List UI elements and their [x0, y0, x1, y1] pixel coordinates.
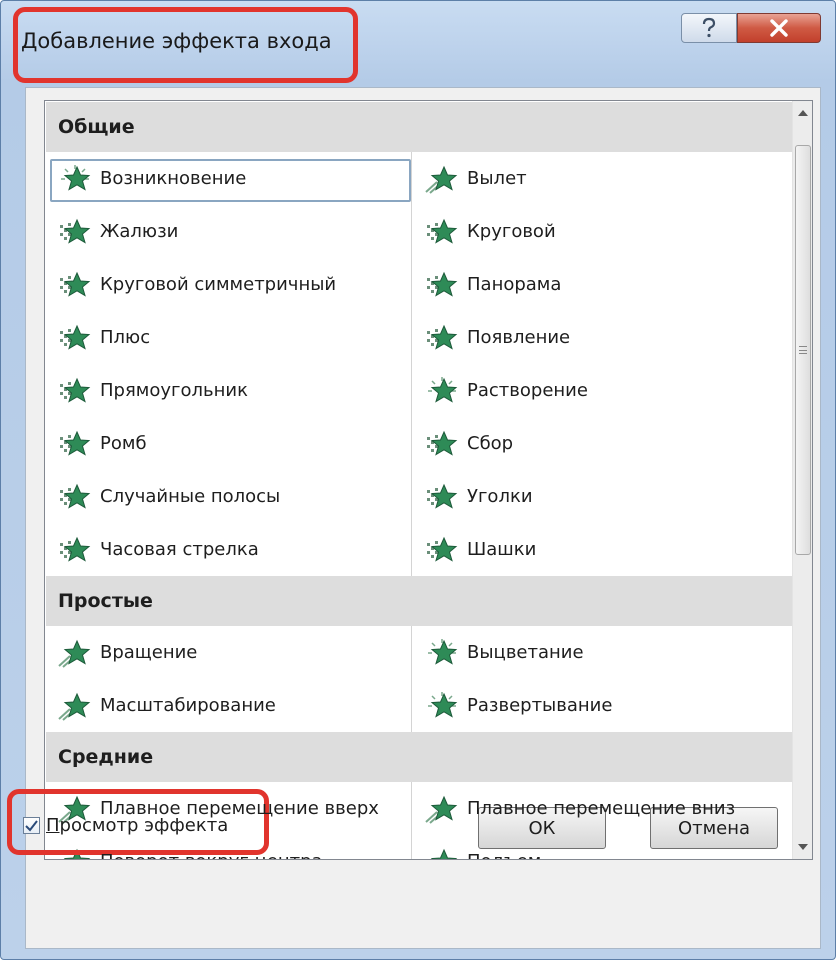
- checkmark-icon: [25, 819, 38, 832]
- effect-item[interactable]: Появление: [411, 311, 794, 364]
- preview-label-accelerator: П: [46, 815, 60, 836]
- effect-item-label: Ромб: [100, 433, 147, 454]
- scroll-down-icon: [798, 844, 808, 850]
- effect-item-label: Шашки: [467, 539, 537, 560]
- grip-icon: [799, 346, 807, 354]
- effect-item-label: Выцветание: [467, 642, 584, 663]
- effect-item-label: Случайные полосы: [100, 486, 281, 507]
- effect-item-label: Развертывание: [467, 695, 613, 716]
- effect-item[interactable]: Сбор: [411, 417, 794, 470]
- scroll-up-button[interactable]: [793, 101, 812, 125]
- zoom-star-icon: [58, 692, 91, 721]
- expand-star-icon: [428, 691, 458, 718]
- vertical-scrollbar[interactable]: [792, 101, 812, 859]
- random-bars-star-icon: [60, 483, 91, 509]
- effect-item[interactable]: Растворение: [411, 364, 794, 417]
- effect-item[interactable]: Выцветание: [411, 626, 794, 679]
- descend-star-icon: [425, 795, 458, 824]
- fly-in-star-icon: [425, 165, 458, 194]
- effect-item[interactable]: Уголки: [411, 470, 794, 523]
- effect-item-label: Прямоугольник: [100, 380, 248, 401]
- effect-item-label: Масштабирование: [100, 695, 276, 716]
- effect-item[interactable]: Масштабирование: [46, 679, 411, 732]
- effect-item[interactable]: Круговой симметричный: [46, 258, 411, 311]
- scroll-up-icon: [798, 110, 808, 116]
- fade-star-icon: [428, 638, 458, 665]
- effect-item-label: Подъем: [467, 851, 541, 859]
- help-button[interactable]: [681, 13, 737, 43]
- section-items-grid: Возникновение Вылет Жалюзи Круговой Круговой…: [46, 152, 794, 576]
- effect-item[interactable]: Вращение: [46, 626, 411, 679]
- effect-item[interactable]: Ромб: [46, 417, 411, 470]
- add-entrance-effect-dialog: Добавление эффекта входа Общие Возникнове…: [0, 0, 836, 960]
- split-star-icon: [427, 430, 458, 456]
- effect-item[interactable]: Шашки: [411, 523, 794, 576]
- scroll-thumb[interactable]: [795, 145, 811, 555]
- appear-star-icon: [61, 164, 91, 191]
- effect-item-label: Часовая стрелка: [100, 539, 259, 560]
- effects-listbox[interactable]: Общие Возникновение Вылет Жалюзи Круговой Кру…: [44, 100, 813, 860]
- checkerboard-star-icon: [427, 536, 458, 562]
- wipe-star-icon: [427, 324, 458, 350]
- effect-item-label: Уголки: [467, 486, 533, 507]
- effect-item-label: Круговой симметричный: [100, 274, 337, 295]
- effect-item-label: Плавное перемещение вверх: [100, 798, 379, 819]
- effect-item-label: Растворение: [467, 380, 588, 401]
- preview-effect-checkbox[interactable]: [23, 817, 40, 834]
- clock-star-icon: [60, 536, 91, 562]
- effect-item-label: Круговой: [467, 221, 556, 242]
- section-items-grid: Вращение Выцветание Масштабирование Разверт…: [46, 626, 794, 732]
- help-icon: [702, 17, 716, 38]
- effect-item-label: Вращение: [100, 642, 198, 663]
- dissolve-star-icon: [428, 376, 458, 403]
- section-header: Общие: [46, 102, 794, 152]
- blinds-star-icon: [60, 218, 91, 244]
- section-header: Простые: [46, 576, 794, 626]
- rise-up-star-icon: [430, 848, 458, 859]
- effect-item[interactable]: Панорама: [411, 258, 794, 311]
- effects-list: Общие Возникновение Вылет Жалюзи Круговой Кру…: [46, 102, 794, 859]
- effect-item-label: Вылет: [467, 168, 527, 189]
- effect-item[interactable]: Случайные полосы: [46, 470, 411, 523]
- plus-star-icon: [60, 324, 91, 350]
- effect-item[interactable]: Плюс: [46, 311, 411, 364]
- effect-item[interactable]: Возникновение: [46, 152, 411, 205]
- close-button[interactable]: [737, 13, 821, 43]
- section-header: Средние: [46, 732, 794, 782]
- circle-star-icon: [60, 271, 91, 297]
- peek-star-icon: [427, 271, 458, 297]
- box-star-icon: [60, 377, 91, 403]
- effect-item[interactable]: Развертывание: [411, 679, 794, 732]
- spin-star-icon: [58, 639, 91, 668]
- effect-item-label: Сбор: [467, 433, 514, 454]
- effect-item[interactable]: Жалюзи: [46, 205, 411, 258]
- close-icon: [770, 19, 788, 37]
- effect-item-label: Возникновение: [100, 168, 247, 189]
- wheel-star-icon: [427, 218, 458, 244]
- effect-item-label: Появление: [467, 327, 571, 348]
- diamond-star-icon: [60, 430, 91, 456]
- effect-item-label: Панорама: [467, 274, 562, 295]
- effect-item-label: Жалюзи: [100, 221, 179, 242]
- effect-item-label: Плюс: [100, 327, 151, 348]
- effect-item-label: Поворот вокруг центра: [100, 851, 323, 859]
- effect-item[interactable]: Круговой: [411, 205, 794, 258]
- effect-item-label: Плавное перемещение вниз: [467, 798, 736, 819]
- effect-item[interactable]: Прямоугольник: [46, 364, 411, 417]
- scroll-down-button[interactable]: [793, 835, 812, 859]
- effect-item[interactable]: Вылет: [411, 152, 794, 205]
- corners-star-icon: [427, 483, 458, 509]
- effect-item[interactable]: Часовая стрелка: [46, 523, 411, 576]
- title-highlight-box: [13, 7, 358, 83]
